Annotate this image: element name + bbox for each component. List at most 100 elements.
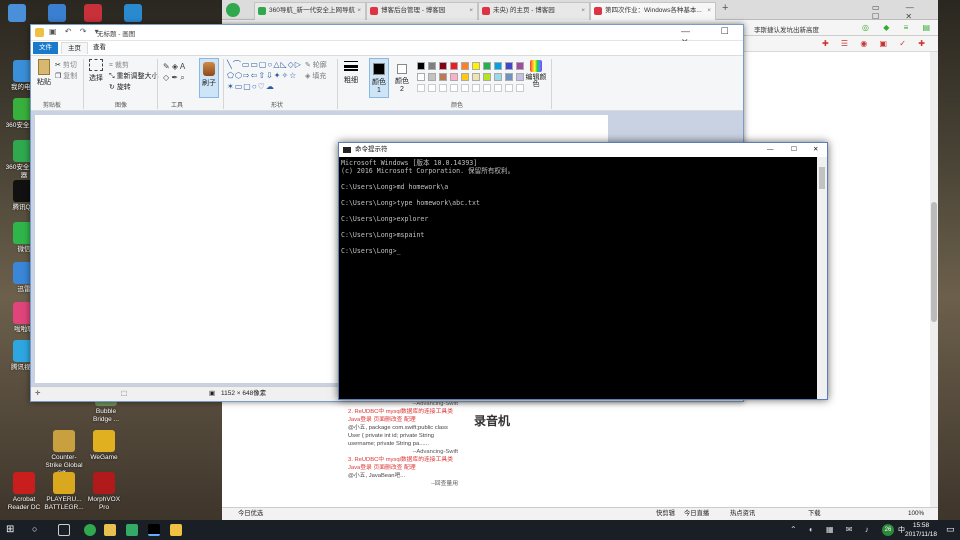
comment-author[interactable]: --Advancing-Swift <box>348 448 458 456</box>
color-swatch[interactable] <box>483 73 491 81</box>
desktop-icon[interactable]: Counter-Strike Global Off... <box>44 430 84 478</box>
color-swatch[interactable] <box>516 73 524 81</box>
browser-scrollbar[interactable] <box>930 52 938 507</box>
color-swatch[interactable] <box>450 73 458 81</box>
cmd-minimize-button[interactable]: — <box>767 143 774 157</box>
custom-color-slot[interactable] <box>461 84 469 92</box>
browser-logo-icon[interactable] <box>226 3 240 17</box>
cmd-close-button[interactable]: ✕ <box>813 143 818 157</box>
custom-color-slot[interactable] <box>516 84 524 92</box>
color-swatch[interactable] <box>417 62 425 70</box>
desktop-icon[interactable]: MorphVOX Pro <box>84 472 124 512</box>
browser-tab-active[interactable]: 第四次作业：Windows各种基本... × <box>590 2 716 20</box>
color2-button[interactable]: 颜色 2 <box>393 58 411 98</box>
desktop-icon[interactable]: Acrobat Reader DC <box>4 472 44 512</box>
paste-button[interactable]: 粘贴 <box>35 59 53 99</box>
desktop-icon[interactable]: PLAYERU... BATTLEGR... <box>44 472 84 512</box>
color-swatch[interactable] <box>428 62 436 70</box>
custom-color-slot[interactable] <box>417 84 425 92</box>
color-swatch[interactable] <box>417 73 425 81</box>
cmd-line <box>341 175 817 183</box>
desktop-top-icon[interactable] <box>124 4 142 22</box>
cmd-line: Microsoft Windows [版本 10.0.14393] <box>341 159 478 167</box>
brush-button[interactable]: 刷子 <box>199 58 219 98</box>
comment-author[interactable]: --回查量用 <box>348 480 458 488</box>
shapes-gallery[interactable]: ╲⌒▭▭▢○△◺◇▷ ⬠⬡⇨⇦⇧⇩✦✧☆ ✶▭▢○♡☁ <box>227 59 301 95</box>
custom-color-slot[interactable] <box>428 84 436 92</box>
scissors-icon: ✂ <box>55 62 61 69</box>
color-swatch[interactable] <box>472 62 480 70</box>
color-swatch[interactable] <box>494 62 502 70</box>
custom-color-slot[interactable] <box>439 84 447 92</box>
color1-button[interactable]: 颜色 1 <box>369 58 389 98</box>
custom-color-slot[interactable] <box>505 84 513 92</box>
media-taskbar-icon[interactable] <box>126 524 138 536</box>
color-swatch[interactable] <box>516 62 524 70</box>
desktop-icon[interactable]: WeGame <box>84 430 124 462</box>
select-button[interactable]: 选择 <box>87 59 105 83</box>
color-swatch[interactable] <box>450 62 458 70</box>
status-news[interactable]: 热点资讯 <box>730 508 755 520</box>
browser-taskbar-icon[interactable] <box>84 524 96 536</box>
crop-button[interactable]: ⌗ 裁剪 <box>109 60 129 70</box>
color-swatch[interactable] <box>505 62 513 70</box>
color-swatch[interactable] <box>439 73 447 81</box>
copy-button[interactable]: ❐ 复制 <box>55 71 77 81</box>
search-icon[interactable]: ○ <box>32 524 44 536</box>
cmd-scrollbar[interactable] <box>817 157 827 399</box>
browser-tab[interactable]: 360导航_新一代安全上网导航 × <box>254 2 366 20</box>
size-button[interactable]: 粗细 <box>341 59 361 85</box>
browser-tab[interactable]: 未央) 的主页 - 博客园 × <box>478 2 590 20</box>
cut-button[interactable]: ✂ 剪切 <box>55 60 77 70</box>
color-swatch[interactable] <box>483 62 491 70</box>
rotate-button[interactable]: ↻ 旋转 <box>109 82 131 92</box>
custom-color-slot[interactable] <box>450 84 458 92</box>
tab-home[interactable]: 主页 <box>61 42 88 54</box>
task-view-icon[interactable] <box>58 524 70 536</box>
notification-badge[interactable]: 26 <box>882 524 894 536</box>
status-left[interactable]: 今日优选 <box>238 508 263 520</box>
custom-color-slot[interactable] <box>472 84 480 92</box>
cmd-taskbar-icon[interactable] <box>148 524 160 536</box>
cmd-maximize-button[interactable]: ☐ <box>791 143 797 157</box>
tools-icons[interactable]: ✎ ◈ A ◇ ✒ ⌕ <box>163 61 185 83</box>
status-quickclip[interactable]: 快剪辑 <box>656 508 675 520</box>
app-icon <box>93 430 115 452</box>
status-zoom[interactable]: 100% <box>908 508 924 520</box>
color-swatch[interactable] <box>461 62 469 70</box>
status-live[interactable]: 今日直播 <box>684 508 709 520</box>
tray-icons[interactable]: ⌃ ◐ ▦ ✉ ♪ <box>790 525 874 534</box>
paint-taskbar-icon[interactable] <box>170 524 182 536</box>
color-swatch[interactable] <box>494 73 502 81</box>
explorer-taskbar-icon[interactable] <box>104 524 116 536</box>
desktop-top-icon[interactable] <box>48 4 66 22</box>
desktop-top-icon[interactable] <box>8 4 26 22</box>
search-hint[interactable]: 李斯捷认发坑出新高度 <box>754 24 819 34</box>
custom-color-slot[interactable] <box>494 84 502 92</box>
brush-icon <box>203 62 215 76</box>
quick-access-icons[interactable]: ▣ ↶ ↷ ▾ <box>49 27 102 36</box>
color-swatch[interactable] <box>505 73 513 81</box>
fill-button[interactable]: ◈ 填充 <box>305 71 326 81</box>
comment-link[interactable]: 2. ReUDBC中 mysql数据库的连接工具类 Java登录 页面删改查 配… <box>348 408 458 424</box>
tab-file[interactable]: 文件 <box>33 42 58 54</box>
clock[interactable]: 15:58 2017/11/18 <box>902 521 940 539</box>
desktop-top-icon[interactable] <box>84 4 102 22</box>
start-button[interactable]: ⊞ <box>6 524 18 536</box>
outline-button[interactable]: ✎ 轮廓 <box>305 60 327 70</box>
cmd-output[interactable]: Microsoft Windows [版本 10.0.14393] (c) 201… <box>341 159 817 399</box>
browser-tab[interactable]: 博客后台管理 - 博客园 × <box>366 2 478 20</box>
new-tab-button[interactable]: + <box>722 2 728 14</box>
custom-color-slot[interactable] <box>483 84 491 92</box>
comment-link[interactable]: 3. ReUDBC中 mysql数据库的连接工具类 Java登录 页面删改查 配… <box>348 456 458 472</box>
resize-button[interactable]: ⤡ 重新调整大小 <box>109 71 159 81</box>
status-download[interactable]: 下载 <box>808 508 821 520</box>
color-swatch[interactable] <box>472 73 480 81</box>
edit-colors-button[interactable]: 编辑颜色 <box>525 60 547 88</box>
color-swatch[interactable] <box>439 62 447 70</box>
browser-status-bar: 今日优选 快剪辑 今日直播 热点资讯 下载 100% <box>222 507 938 520</box>
tab-view[interactable]: 查看 <box>87 42 112 54</box>
notifications-icon[interactable]: ▭ <box>946 524 955 535</box>
color-swatch[interactable] <box>461 73 469 81</box>
color-swatch[interactable] <box>428 73 436 81</box>
